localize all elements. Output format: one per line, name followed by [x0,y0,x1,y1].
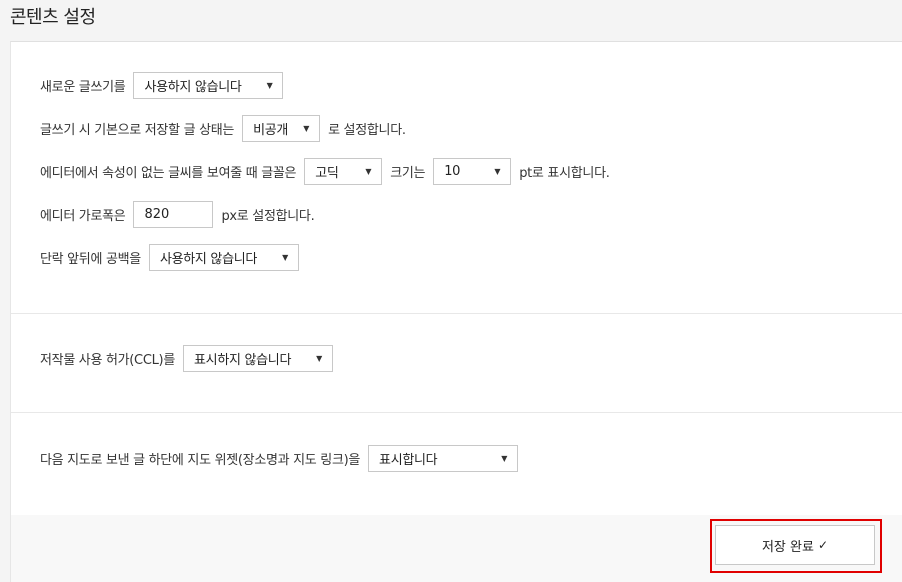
new-post-select[interactable]: 사용하지 않습니다 ▼ [133,72,284,99]
paragraph-spacing-label: 단락 앞뒤에 공백을 [40,252,141,267]
settings-panel: 새로운 글쓰기를 사용하지 않습니다 ▼ 글쓰기 시 기본으로 저장할 글 상태… [10,41,902,582]
default-status-select[interactable]: 비공개 ▼ [242,115,321,142]
paragraph-spacing-value: 사용하지 않습니다 [159,252,258,267]
default-status-row: 글쓰기 시 기본으로 저장할 글 상태는 비공개 ▼ 로 설정합니다. [40,115,406,142]
map-widget-label: 다음 지도로 보낸 글 하단에 지도 위젯(장소명과 지도 링크)을 [40,453,361,468]
new-post-label: 새로운 글쓰기를 [40,80,126,95]
dropdown-arrow-icon: ▼ [303,124,310,133]
default-status-prefix: 글쓰기 시 기본으로 저장할 글 상태는 [40,123,235,138]
ccl-select[interactable]: 표시하지 않습니다 ▼ [183,345,333,372]
dropdown-arrow-icon: ▼ [501,454,508,463]
section-divider [11,313,902,314]
map-widget-row: 다음 지도로 보낸 글 하단에 지도 위젯(장소명과 지도 링크)을 표시합니다… [40,445,519,472]
dropdown-arrow-icon: ▼ [316,354,322,363]
editor-font-row: 에디터에서 속성이 없는 글씨를 보여줄 때 글꼴은 고딕 ▼ 크기는 10 ▼… [40,158,610,185]
page-title: 콘텐츠 설정 [10,7,96,28]
editor-width-suffix: px로 설정합니다. [221,209,315,224]
editor-size-value: 10 [444,164,461,179]
editor-width-input[interactable] [133,201,214,228]
editor-width-prefix: 에디터 가로폭은 [40,209,126,224]
ccl-row: 저작물 사용 허가(CCL)를 표시하지 않습니다 ▼ [40,345,333,372]
editor-font-select[interactable]: 고딕 ▼ [304,158,383,185]
dropdown-arrow-icon: ▼ [365,167,372,176]
editor-width-row: 에디터 가로폭은 px로 설정합니다. [40,201,315,228]
dropdown-arrow-icon: ▼ [266,81,273,90]
save-button-label: 저장 완료 [761,539,814,555]
paragraph-spacing-row: 단락 앞뒤에 공백을 사용하지 않습니다 ▼ [40,244,299,271]
check-icon: ✓ [817,538,829,552]
editor-size-select[interactable]: 10 ▼ [433,158,512,185]
default-status-value: 비공개 [253,123,289,138]
ccl-label: 저작물 사용 허가(CCL)를 [40,353,175,368]
section-divider [11,412,902,413]
new-post-value: 사용하지 않습니다 [144,80,242,95]
save-button[interactable]: 저장 완료 ✓ [715,525,875,565]
dropdown-arrow-icon: ▼ [282,253,288,262]
editor-font-prefix: 에디터에서 속성이 없는 글씨를 보여줄 때 글꼴은 [40,166,297,181]
editor-font-value: 고딕 [315,166,339,181]
ccl-value: 표시하지 않습니다 [194,353,292,368]
map-widget-select[interactable]: 표시합니다 ▼ [368,445,519,472]
default-status-suffix: 로 설정합니다. [328,123,406,138]
paragraph-spacing-select[interactable]: 사용하지 않습니다 ▼ [148,244,299,271]
new-post-row: 새로운 글쓰기를 사용하지 않습니다 ▼ [40,72,284,99]
dropdown-arrow-icon: ▼ [494,167,501,176]
editor-size-label: 크기는 [390,166,426,181]
map-widget-value: 표시합니다 [379,453,438,468]
editor-font-suffix: pt로 표시합니다. [519,166,610,181]
